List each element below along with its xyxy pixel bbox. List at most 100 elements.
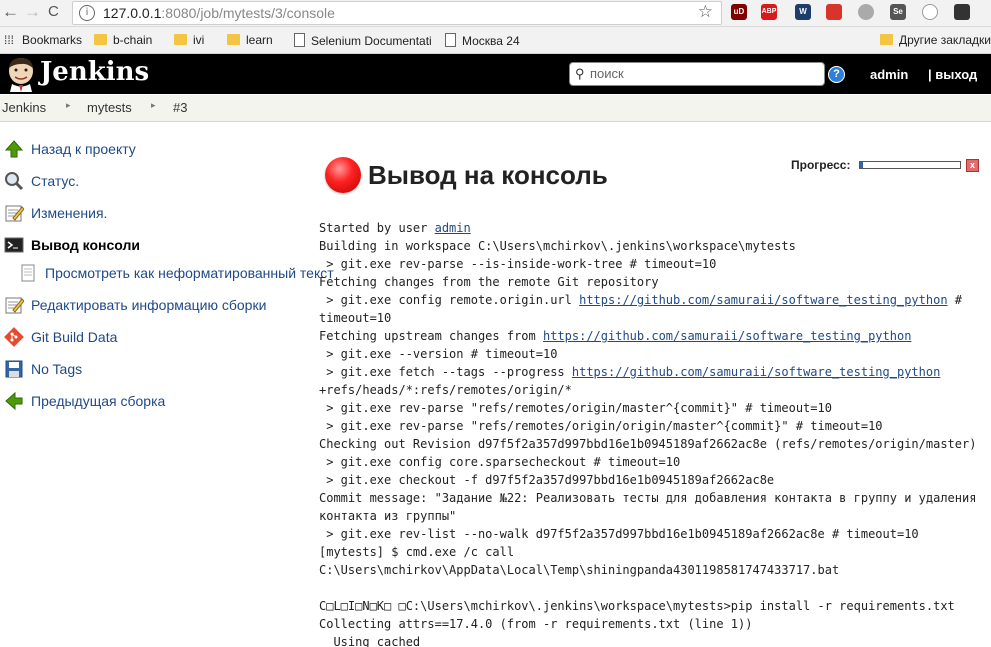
bookmark-selenium[interactable]: Selenium Documentati [294, 33, 432, 48]
bookmark-b-chain[interactable]: b-chain [94, 33, 152, 47]
console-text: > git.exe fetch --tags --progress [319, 365, 572, 379]
repo-url-link[interactable]: https://github.com/samuraii/software_tes… [579, 293, 947, 307]
console-line: > git.exe --version # timeout=10 [319, 347, 558, 361]
bookmark-label: Selenium Documentati [311, 34, 432, 48]
task-label: Просмотреть как неформатированный текст [45, 265, 334, 281]
console-line: > git.exe rev-parse "refs/remotes/origin… [319, 419, 883, 433]
extension-w-icon[interactable]: W [795, 4, 811, 20]
save-icon [5, 360, 23, 378]
task-label: No Tags [31, 361, 83, 377]
page-icon [294, 33, 305, 47]
console-line: [mytests] $ cmd.exe /c call [319, 545, 515, 559]
up-arrow-icon [4, 140, 24, 158]
ninja-icon[interactable] [954, 4, 970, 20]
apps-grid-icon: ⁞⁞⁞ [4, 33, 15, 47]
progress-label: Прогресс: [791, 158, 851, 172]
bookmark-label: b-chain [113, 33, 153, 47]
console-line: Fetching upstream changes from https://g… [319, 327, 991, 345]
stop-build-icon[interactable]: x [966, 159, 979, 172]
search-input[interactable] [590, 64, 815, 82]
breadcrumb: Jenkins ▸ mytests ▸ #3 [0, 95, 991, 122]
console-line: Using cached [319, 635, 421, 647]
console-line: Building in workspace C:\Users\mchirkov\… [319, 239, 796, 253]
bookmark-ivi[interactable]: ivi [174, 33, 204, 47]
ublock-icon[interactable]: uD [731, 4, 747, 20]
console-line: timeout=10 [319, 311, 392, 325]
console-text: Started by user [319, 221, 435, 235]
folder-icon [174, 34, 187, 45]
bookmark-other[interactable]: Другие закладки [880, 33, 991, 47]
breadcrumb-jenkins[interactable]: Jenkins [2, 100, 46, 115]
console-line: > git.exe fetch --tags --progress https:… [319, 363, 991, 381]
console-line: Fetching changes from the remote Git rep… [319, 275, 659, 289]
folder-icon [94, 34, 107, 45]
browser-toolbar: ← → C i 127.0.0.1:8080/job/mytests/3/con… [0, 0, 991, 27]
bookmark-star-icon[interactable]: ☆ [698, 2, 713, 22]
forward-icon[interactable]: → [24, 2, 41, 22]
logout-link[interactable]: | выход [928, 67, 977, 82]
progress-fill [860, 162, 863, 168]
selenium-ide-icon[interactable]: Se [890, 4, 906, 20]
bookmark-learn[interactable]: learn [227, 33, 273, 47]
task-label: Статус. [31, 173, 80, 189]
console-line: > git.exe config remote.origin.url https… [319, 291, 991, 309]
bookmark-label: ivi [193, 33, 205, 47]
help-icon[interactable]: ? [828, 66, 845, 83]
console-text: Fetching upstream changes from [319, 329, 543, 343]
console-line: C:\Users\mchirkov\AppData\Local\Temp\shi… [319, 563, 840, 577]
adblock-icon[interactable]: ABP [761, 4, 777, 20]
jenkins-brand[interactable]: Jenkins [40, 57, 149, 87]
notepad-icon [5, 205, 24, 222]
power-icon[interactable] [922, 4, 938, 20]
breadcrumb-separator-icon[interactable]: ▸ [151, 100, 156, 111]
task-label: Вывод консоли [31, 237, 140, 253]
progress-bar [859, 161, 961, 169]
folder-icon [880, 34, 893, 45]
terminal-icon [4, 237, 24, 253]
reload-icon[interactable]: C [48, 3, 59, 20]
user-admin-link[interactable]: admin [435, 221, 471, 235]
document-icon [21, 264, 35, 282]
git-icon [4, 327, 24, 347]
task-label: Редактировать информацию сборки [31, 297, 267, 313]
console-line: Commit message: "Задание №22: Реализоват… [319, 491, 977, 505]
page-icon [445, 33, 456, 47]
info-icon[interactable]: i [79, 5, 95, 21]
repo-url-link[interactable]: https://github.com/samuraii/software_tes… [543, 329, 911, 343]
console-line: > git.exe rev-list --no-walk d97f5f2a357… [319, 527, 919, 541]
bookmark-label: Bookmarks [22, 33, 83, 47]
bookmark-label: learn [246, 33, 273, 47]
user-link[interactable]: admin [870, 67, 908, 82]
bookmark-apps[interactable]: ⁞⁞⁞ Bookmarks [4, 33, 82, 47]
url-host: 127.0.0.1 [103, 5, 162, 21]
console-line: > git.exe rev-parse --is-inside-work-tre… [319, 257, 717, 271]
folder-icon [227, 34, 240, 45]
bookmark-moskva24[interactable]: Москва 24 [445, 33, 520, 48]
console-text: # [947, 293, 963, 307]
back-icon[interactable]: ← [2, 2, 19, 22]
repo-url-link[interactable]: https://github.com/samuraii/software_tes… [572, 365, 940, 379]
bookmarks-bar: ⁞⁞⁞ Bookmarks b-chain ivi learn Selenium … [0, 27, 991, 54]
console-line: +refs/heads/*:refs/remotes/origin/* [319, 383, 572, 397]
jenkins-logo-icon[interactable] [4, 56, 38, 92]
breadcrumb-build[interactable]: #3 [173, 100, 187, 115]
task-label: Изменения. [31, 205, 108, 221]
task-label: Назад к проекту [31, 141, 136, 157]
extension-grid-icon[interactable] [826, 4, 842, 20]
address-bar[interactable]: i 127.0.0.1:8080/job/mytests/3/console ☆ [72, 1, 722, 25]
breadcrumb-mytests[interactable]: mytests [87, 100, 132, 115]
breadcrumb-separator-icon[interactable]: ▸ [66, 100, 71, 111]
page-title: Вывод на консоль [368, 160, 608, 190]
console-line: > git.exe rev-parse "refs/remotes/origin… [319, 401, 832, 415]
search-icon: ⚲ [575, 66, 585, 81]
notepad-icon [5, 297, 24, 314]
console-line: контакта из группы" [319, 509, 457, 523]
console-text: > git.exe config remote.origin.url [319, 293, 580, 307]
bookmark-label: Москва 24 [462, 34, 520, 48]
build-status-ball-icon [325, 157, 361, 193]
console-line: Collecting attrs==17.4.0 (from -r requir… [319, 617, 753, 631]
url-text[interactable]: 127.0.0.1:8080/job/mytests/3/console [103, 5, 335, 21]
url-path: :8080/job/mytests/3/console [161, 5, 335, 21]
globe-icon[interactable] [858, 4, 874, 20]
